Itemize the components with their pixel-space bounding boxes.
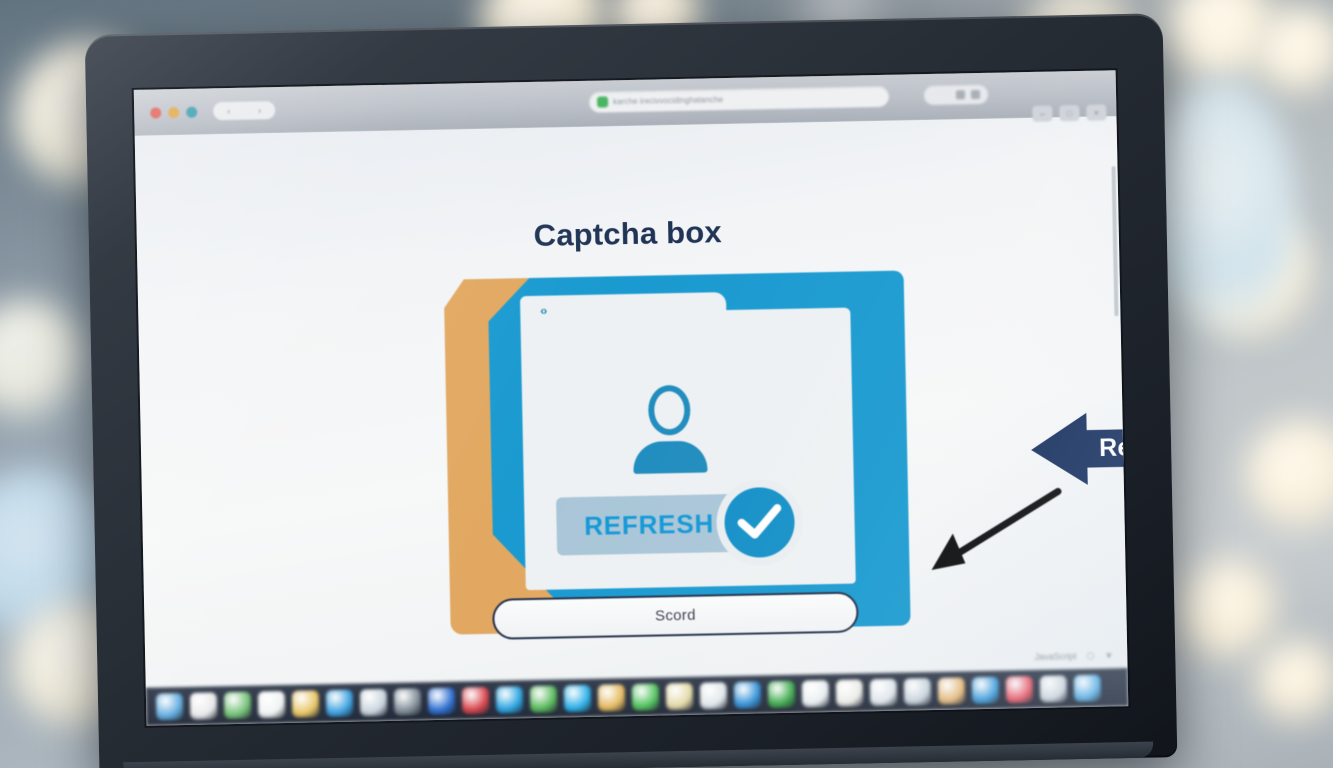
trash-icon[interactable] (903, 677, 932, 706)
bokeh-light (1178, 560, 1278, 660)
laptop-screen: ‹ › karche irecivvocidinghatanche – □ × (133, 70, 1129, 726)
lock-icon (596, 96, 609, 108)
messenger-icon[interactable] (427, 687, 456, 715)
zoom-window-button[interactable] (186, 106, 198, 118)
back-icon[interactable]: ‹ (227, 106, 230, 116)
dropbox-icon[interactable] (597, 683, 626, 712)
files-icon[interactable] (359, 688, 388, 716)
bokeh-light (1246, 420, 1333, 530)
search-input-value: Scord (654, 606, 696, 625)
edge-icon[interactable] (495, 685, 524, 714)
notes-icon[interactable] (291, 689, 320, 718)
photos-icon[interactable] (257, 690, 286, 719)
finder-icon[interactable] (155, 692, 184, 721)
minimize-window-button[interactable] (168, 106, 180, 118)
whatsapp-icon[interactable] (631, 683, 660, 711)
bokeh-light (0, 300, 86, 420)
pdf-icon[interactable] (801, 679, 830, 708)
forward-icon[interactable]: › (258, 105, 261, 115)
close-window-button[interactable] (150, 106, 162, 119)
safari-icon[interactable] (325, 689, 354, 717)
refresh-button[interactable]: REFRESH (556, 493, 743, 556)
cloud-icon[interactable] (699, 681, 728, 710)
bokeh-light (1256, 6, 1333, 96)
maps-icon[interactable] (223, 691, 252, 719)
calendar-icon[interactable] (869, 678, 898, 706)
traffic-lights (150, 106, 198, 119)
books-icon[interactable] (665, 682, 694, 710)
music-icon[interactable] (1005, 675, 1034, 704)
page-viewport: Captcha box ‹› REFRESH Refresh Scord Jav… (134, 116, 1128, 688)
display-icon[interactable] (1039, 674, 1068, 703)
opera-icon[interactable] (461, 686, 490, 714)
address-bar-actions[interactable] (923, 84, 989, 106)
url-text: karche irecivvocidinghatanche (613, 95, 724, 107)
photo-scene: ‹ › karche irecivvocidinghatanche – □ × (0, 0, 1333, 768)
captcha-illustration: ‹› REFRESH (444, 271, 911, 635)
skype-icon[interactable] (563, 684, 592, 712)
status-icon-one[interactable]: ⬡ (1086, 650, 1094, 661)
nav-buttons[interactable]: ‹ › (213, 101, 276, 121)
bokeh-light (1168, 0, 1278, 84)
telegram-icon[interactable] (733, 680, 762, 709)
bokeh-light (1256, 640, 1333, 724)
pointer-arrow-icon (931, 487, 1062, 571)
user-avatar-icon (626, 384, 714, 474)
code-chevron-icon: ‹› (540, 303, 547, 318)
mail-icon[interactable] (189, 691, 218, 720)
avatar-body (632, 440, 708, 474)
page-title: Captcha box (533, 214, 723, 253)
clock-icon[interactable] (835, 678, 864, 707)
close-button[interactable]: × (1086, 104, 1107, 121)
maximize-button[interactable]: □ (1059, 104, 1080, 122)
bokeh-light (1186, 210, 1316, 340)
bookmark-icon[interactable] (955, 90, 966, 100)
bokeh-light (1146, 80, 1296, 340)
camera-icon[interactable] (971, 676, 1000, 704)
reload-icon[interactable] (970, 89, 981, 100)
contacts-icon[interactable] (937, 676, 966, 705)
settings-icon[interactable] (393, 687, 422, 716)
avatar-head (647, 384, 691, 436)
window-controls[interactable]: – □ × (1032, 104, 1107, 122)
refresh-button-label: REFRESH (583, 507, 715, 541)
search-input[interactable]: Scord (492, 591, 859, 640)
status-text: JavaScript (1034, 651, 1077, 662)
status-icon-two[interactable]: ▼ (1104, 650, 1113, 660)
minimize-button[interactable]: – (1032, 105, 1053, 122)
refresh-annotation-arrow: Refresh (1030, 410, 1128, 486)
spotify-icon[interactable] (767, 680, 796, 708)
chrome-icon[interactable] (529, 685, 558, 713)
store-icon[interactable] (1073, 674, 1102, 702)
laptop: ‹ › karche irecivvocidinghatanche – □ × (84, 13, 1178, 768)
